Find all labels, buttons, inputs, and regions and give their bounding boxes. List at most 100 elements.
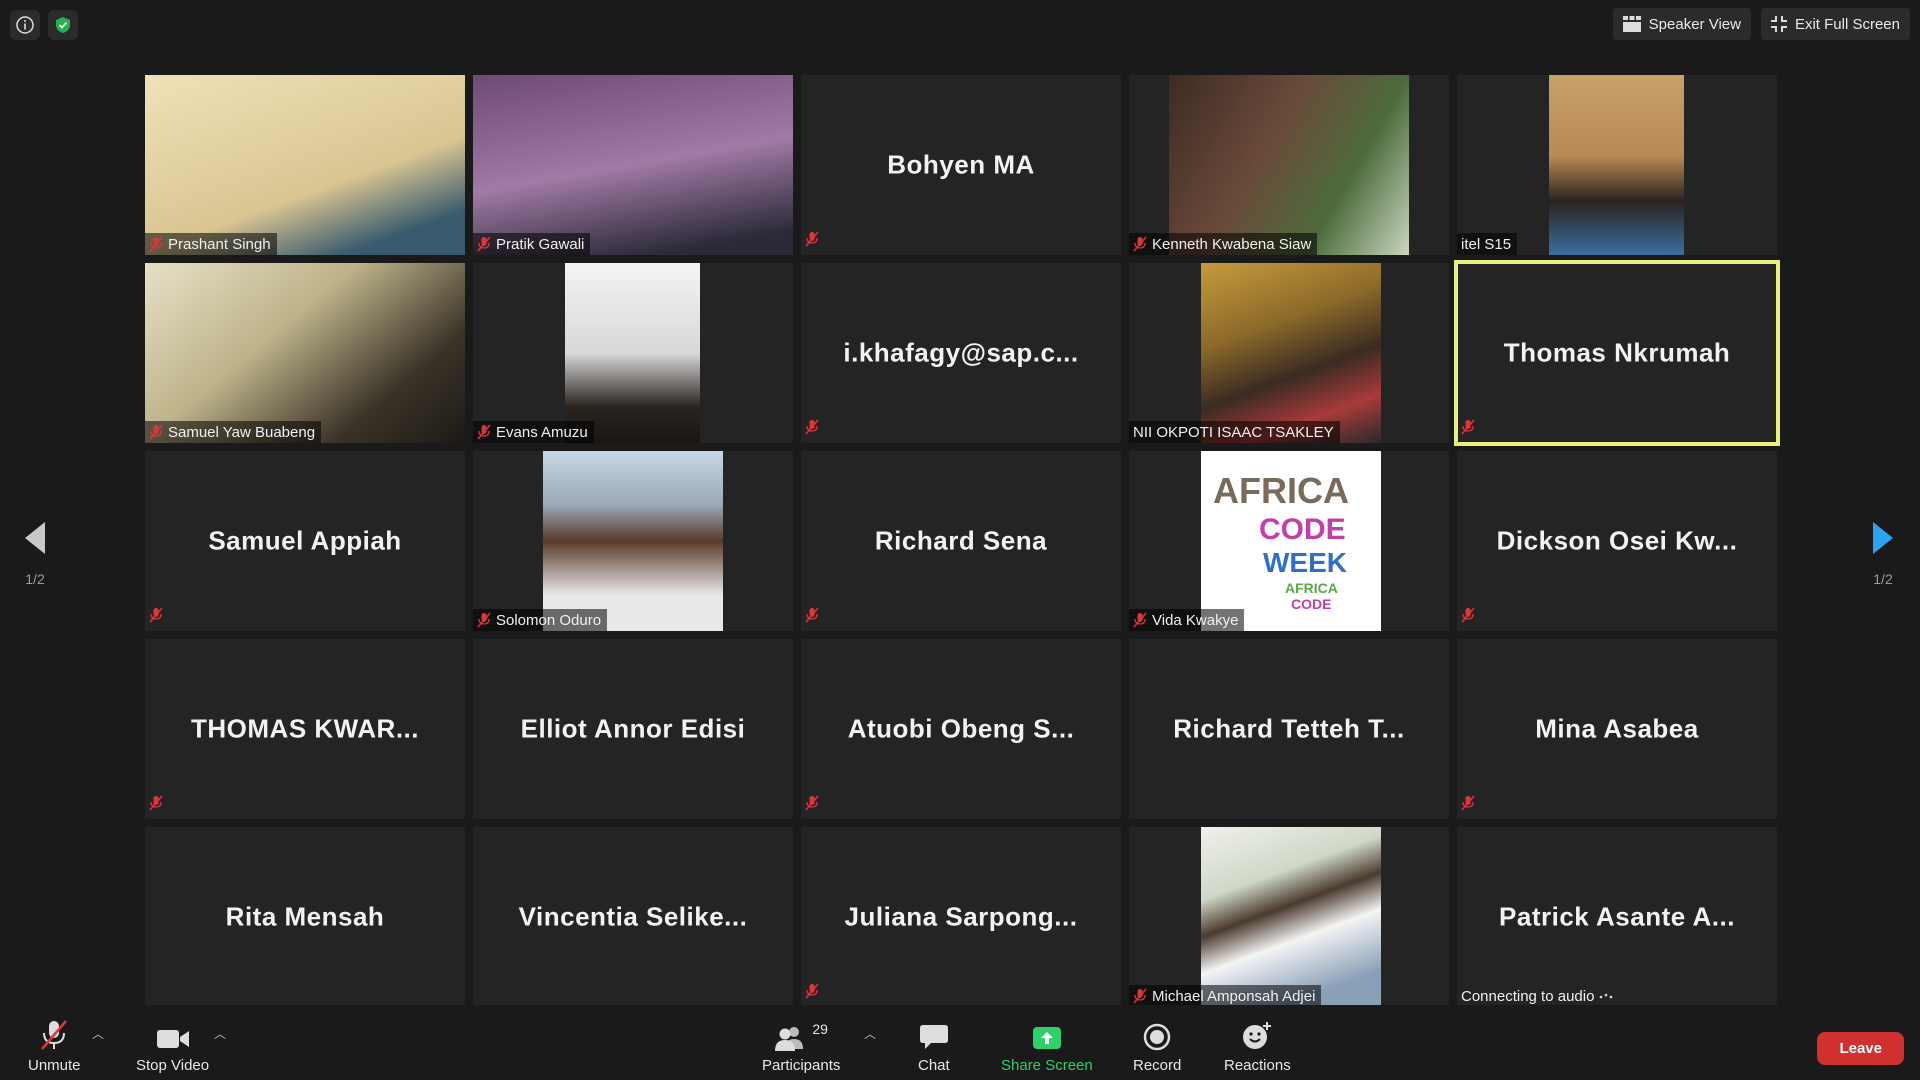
mic-status bbox=[1461, 419, 1475, 440]
participant-label: Samuel Yaw Buabeng bbox=[145, 421, 322, 443]
mic-status bbox=[149, 795, 163, 816]
participant-tile-active-speaker[interactable]: Thomas Nkrumah bbox=[1454, 260, 1780, 446]
participant-label: Michael Amponsah Adjei bbox=[1129, 985, 1322, 1007]
participant-tile[interactable]: NII OKPOTI ISAAC TSAKLEY bbox=[1129, 263, 1449, 443]
previous-page[interactable]: 1/2 bbox=[10, 520, 60, 587]
meeting-info-button[interactable] bbox=[10, 10, 40, 40]
participant-tile[interactable]: Patrick Asante A... Connecting to audio bbox=[1457, 827, 1777, 1007]
muted-mic-icon bbox=[805, 419, 819, 435]
mic-status bbox=[805, 607, 819, 628]
participant-label: Solomon Oduro bbox=[473, 609, 608, 631]
participant-name: Solomon Oduro bbox=[496, 611, 602, 629]
participant-tile[interactable]: Rita Mensah bbox=[145, 827, 465, 1007]
participant-tile[interactable]: Kenneth Kwabena Siaw bbox=[1129, 75, 1449, 255]
participant-display-name: THOMAS KWAR... bbox=[191, 713, 419, 744]
muted-mic-icon bbox=[1133, 236, 1147, 252]
participant-display-name: Samuel Appiah bbox=[208, 525, 402, 556]
participant-display-name: Elliot Annor Edisi bbox=[520, 713, 746, 744]
participant-display-name: Bohyen MA bbox=[887, 149, 1035, 180]
participant-tile[interactable]: Samuel Yaw Buabeng bbox=[145, 263, 465, 443]
exit-full-screen-label: Exit Full Screen bbox=[1794, 15, 1900, 33]
video-options-caret-icon[interactable]: ︿ bbox=[214, 1025, 226, 1042]
unmute-button[interactable]: Unmute bbox=[28, 1019, 81, 1074]
participants-icon bbox=[775, 1027, 804, 1051]
participant-tile[interactable]: Elliot Annor Edisi bbox=[473, 639, 793, 819]
audio-status: Connecting to audio bbox=[1457, 985, 1619, 1007]
participants-options-caret-icon[interactable]: ︿ bbox=[864, 1025, 876, 1042]
participant-name: Michael Amponsah Adjei bbox=[1152, 987, 1316, 1005]
next-page[interactable]: 1/2 bbox=[1858, 520, 1908, 587]
share-screen-button[interactable]: Share Screen bbox=[1001, 1019, 1093, 1074]
reactions-button[interactable]: Reactions bbox=[1224, 1019, 1291, 1074]
audio-options-caret-icon[interactable]: ︿ bbox=[92, 1025, 104, 1042]
participant-label: Evans Amuzu bbox=[473, 421, 594, 443]
participant-tile[interactable]: Mina Asabea bbox=[1457, 639, 1777, 819]
video-feed bbox=[1201, 263, 1381, 443]
participant-name: Vida Kwakye bbox=[1152, 611, 1239, 629]
participant-tile[interactable]: Juliana Sarpong... bbox=[801, 827, 1121, 1007]
participant-tile[interactable]: Dickson Osei Kw... bbox=[1457, 451, 1777, 631]
video-feed bbox=[145, 263, 465, 443]
participant-tile[interactable]: Bohyen MA bbox=[801, 75, 1121, 255]
participant-label: Vida Kwakye bbox=[1129, 609, 1245, 631]
speaker-view-button[interactable]: Speaker View bbox=[1612, 8, 1751, 40]
muted-mic-icon bbox=[805, 795, 819, 811]
participant-tile[interactable]: Evans Amuzu bbox=[473, 263, 793, 443]
participant-display-name: Rita Mensah bbox=[225, 901, 385, 932]
chat-button[interactable]: Chat bbox=[918, 1019, 950, 1074]
record-label: Record bbox=[1133, 1057, 1182, 1074]
connecting-audio-text: Connecting to audio bbox=[1461, 987, 1595, 1005]
mic-status bbox=[805, 795, 819, 816]
speaker-view-icon bbox=[1622, 16, 1641, 32]
participant-name: Kenneth Kwabena Siaw bbox=[1152, 235, 1312, 253]
participant-display-name: Mina Asabea bbox=[1535, 713, 1699, 744]
info-icon bbox=[16, 16, 34, 34]
leave-button[interactable]: Leave bbox=[1817, 1032, 1904, 1065]
mic-status bbox=[805, 983, 819, 1004]
participant-tile[interactable]: Pratik Gawali bbox=[473, 75, 793, 255]
participant-display-name: Juliana Sarpong... bbox=[844, 901, 1078, 932]
participant-tile[interactable]: Vincentia Selike... bbox=[473, 827, 793, 1007]
top-right-controls: Speaker View Exit Full Screen bbox=[1612, 8, 1910, 40]
participant-label: Pratik Gawali bbox=[473, 233, 591, 255]
video-camera-icon bbox=[156, 1030, 189, 1048]
security-button[interactable] bbox=[48, 10, 78, 40]
participant-tile[interactable]: Prashant Singh bbox=[145, 75, 465, 255]
speaker-view-label: Speaker View bbox=[1648, 15, 1741, 33]
record-button[interactable]: Record bbox=[1133, 1019, 1181, 1074]
meeting-toolbar: Unmute ︿ Stop Video ︿ 29 Participants ︿ bbox=[0, 1005, 1920, 1080]
mic-status bbox=[805, 231, 819, 252]
participant-tile[interactable]: Richard Tetteh T... bbox=[1129, 639, 1449, 819]
page-indicator-left: 1/2 bbox=[25, 571, 45, 587]
participant-label: Kenneth Kwabena Siaw bbox=[1129, 233, 1318, 255]
stop-video-button[interactable]: Stop Video bbox=[136, 1019, 209, 1074]
participant-tile[interactable]: Atuobi Obeng S... bbox=[801, 639, 1121, 819]
participant-tile[interactable]: Solomon Oduro bbox=[473, 451, 793, 631]
muted-mic-icon bbox=[1133, 988, 1147, 1004]
mic-status bbox=[149, 607, 163, 628]
muted-mic-icon bbox=[1461, 419, 1475, 435]
chat-bubble-icon bbox=[919, 1025, 948, 1049]
participants-button[interactable]: 29 Participants bbox=[762, 1019, 840, 1074]
exit-full-screen-button[interactable]: Exit Full Screen bbox=[1760, 8, 1910, 40]
participant-tile[interactable]: AFRICA CODE WEEK AFRICA CODE Vida Kwakye bbox=[1129, 451, 1449, 631]
participant-tile[interactable]: Samuel Appiah bbox=[145, 451, 465, 631]
participant-display-name: Atuobi Obeng S... bbox=[847, 713, 1075, 744]
shield-check-icon bbox=[56, 17, 70, 33]
video-feed bbox=[1169, 75, 1409, 255]
muted-mic-icon bbox=[1461, 795, 1475, 811]
chat-label: Chat bbox=[918, 1057, 950, 1074]
participant-tile[interactable]: Richard Sena bbox=[801, 451, 1121, 631]
participant-tile[interactable]: i.khafagy@sap.c... bbox=[801, 263, 1121, 443]
video-feed bbox=[473, 75, 793, 255]
participant-tile[interactable]: THOMAS KWAR... bbox=[145, 639, 465, 819]
participant-display-name: Richard Tetteh T... bbox=[1173, 713, 1405, 744]
participant-label: NII OKPOTI ISAAC TSAKLEY bbox=[1129, 421, 1340, 443]
muted-mic-icon bbox=[1133, 612, 1147, 628]
participant-tile[interactable]: itel S15 bbox=[1457, 75, 1777, 255]
muted-mic-icon bbox=[477, 424, 491, 440]
page-indicator-right: 1/2 bbox=[1873, 571, 1893, 587]
video-grid: Prashant Singh Pratik Gawali Bohyen MA K… bbox=[145, 75, 1780, 1007]
participant-name: itel S15 bbox=[1461, 235, 1512, 253]
participant-tile[interactable]: Michael Amponsah Adjei bbox=[1129, 827, 1449, 1007]
